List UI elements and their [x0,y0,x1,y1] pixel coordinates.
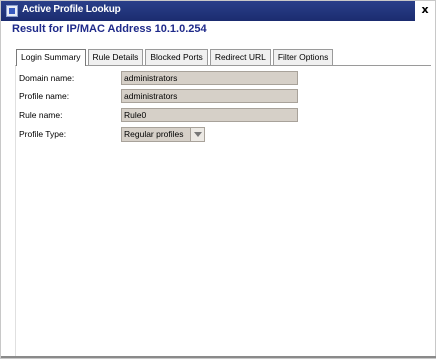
window-title: Active Profile Lookup [22,4,121,15]
close-button[interactable]: x [415,1,435,21]
result-header: Result for IP/MAC Address 10.1.0.254 [12,23,207,35]
tab-filter-options[interactable]: Filter Options [272,49,334,65]
profile-type-select[interactable]: Regular profiles [121,127,205,142]
rule-name-label: Rule name: [19,110,63,120]
profile-name-label: Profile name: [19,91,70,101]
domain-name-label: Domain name: [19,73,75,83]
rule-name-field: Rule0 [121,108,298,122]
profile-type-label: Profile Type: [19,129,67,139]
domain-name-field: administrators [121,71,298,85]
chevron-down-icon[interactable] [190,128,204,141]
tab-login-summary[interactable]: Login Summary [16,49,86,66]
tab-blocked-ports[interactable]: Blocked Ports [145,49,208,65]
window-bottom-border [1,356,436,358]
profile-name-field: administrators [121,89,298,103]
title-bar[interactable]: Active Profile Lookup x [1,1,435,21]
active-profile-lookup-window: Active Profile Lookup x Result for IP/MA… [0,0,436,359]
tab-redirect-url[interactable]: Redirect URL [209,49,271,65]
profile-type-selected-value: Regular profiles [124,129,184,139]
app-window-icon [6,5,18,17]
tab-rule-details[interactable]: Rule Details [87,49,144,65]
tab-bar: Login Summary Rule Details Blocked Ports… [16,49,335,66]
